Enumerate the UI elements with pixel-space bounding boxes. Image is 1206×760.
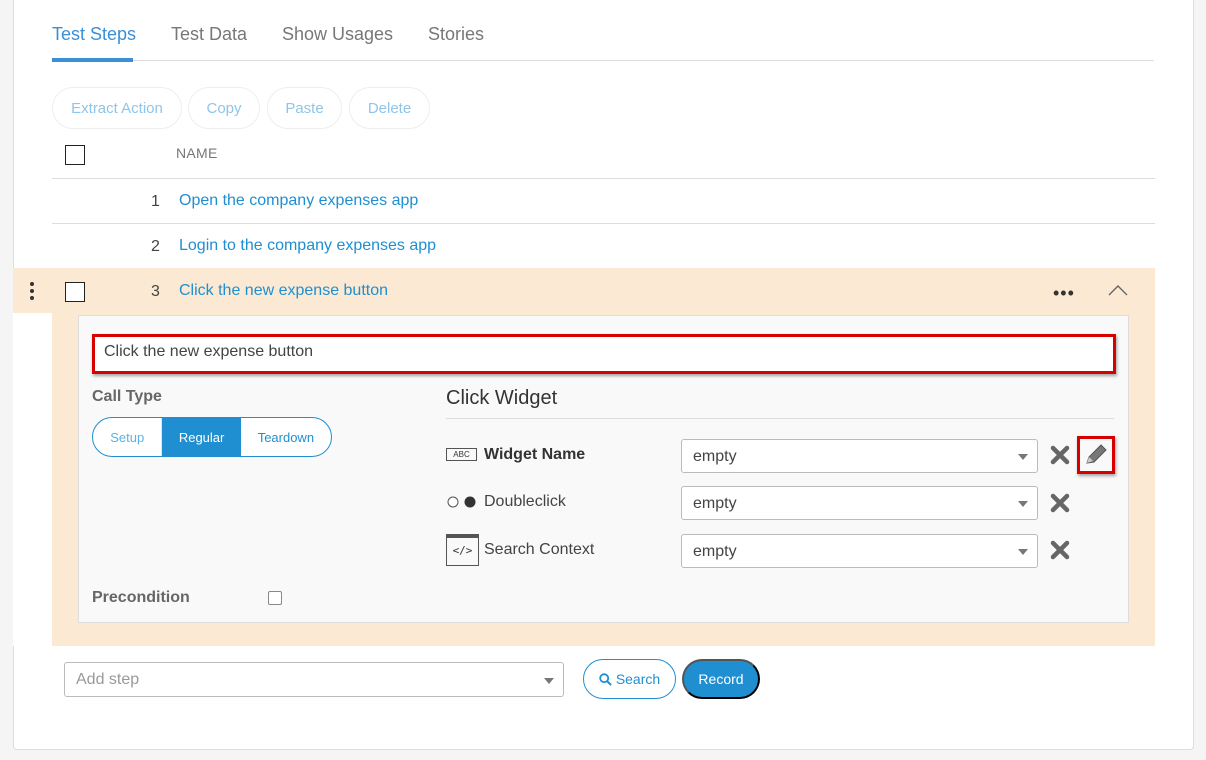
- edit-widget-button[interactable]: [1077, 436, 1115, 474]
- column-header-name: NAME: [176, 145, 218, 161]
- widget-name-select[interactable]: empty: [681, 439, 1038, 473]
- search-button[interactable]: Search: [583, 659, 676, 699]
- widget-name-value: empty: [693, 448, 737, 465]
- clear-icon[interactable]: [1049, 492, 1071, 514]
- step-link-3[interactable]: Click the new expense button: [179, 282, 388, 300]
- call-type-label: Call Type: [92, 388, 162, 405]
- record-button[interactable]: Record: [682, 659, 760, 699]
- clear-icon[interactable]: [1049, 444, 1071, 466]
- add-step-placeholder: Add step: [76, 671, 140, 688]
- step-description-input[interactable]: Click the new expense button: [92, 334, 1116, 374]
- row-checkbox[interactable]: [65, 282, 85, 302]
- drag-handle-icon[interactable]: [27, 282, 37, 302]
- call-type-segmented-control: Setup Regular Teardown: [92, 417, 332, 457]
- pencil-icon: [1086, 444, 1107, 464]
- clear-icon[interactable]: [1049, 539, 1071, 561]
- widget-title: Click Widget: [446, 387, 558, 409]
- step-link-2[interactable]: Login to the company expenses app: [179, 237, 436, 255]
- row-number: 1: [151, 193, 160, 210]
- more-options-icon[interactable]: •••: [1053, 284, 1075, 302]
- tab-stories[interactable]: Stories: [428, 24, 484, 45]
- tab-bar: Test Steps Test Data Show Usages Stories: [52, 0, 1154, 62]
- param-label-search-context: Search Context: [484, 541, 595, 558]
- active-tab-indicator: [52, 58, 133, 62]
- precondition-label: Precondition: [92, 589, 190, 606]
- tab-show-usages[interactable]: Show Usages: [282, 24, 393, 45]
- chevron-down-icon: [1018, 454, 1028, 460]
- collapse-chevron-icon[interactable]: [1108, 282, 1128, 298]
- row-number: 3: [151, 283, 160, 300]
- row-number: 2: [151, 238, 160, 255]
- divider: [52, 178, 1155, 179]
- delete-button[interactable]: Delete: [349, 87, 430, 129]
- code-window-icon: </>: [446, 534, 479, 566]
- abc-text-icon: ABC: [446, 448, 477, 461]
- chevron-down-icon: [1018, 501, 1028, 507]
- search-context-value: empty: [693, 543, 737, 560]
- radio-toggle-icon: [447, 496, 476, 508]
- call-type-setup[interactable]: Setup: [93, 418, 163, 456]
- copy-button[interactable]: Copy: [188, 87, 260, 129]
- precondition-checkbox[interactable]: [268, 591, 282, 605]
- call-type-teardown[interactable]: Teardown: [241, 418, 331, 456]
- chevron-down-icon: [544, 678, 554, 684]
- paste-button[interactable]: Paste: [267, 87, 342, 129]
- chevron-down-icon: [1018, 549, 1028, 555]
- doubleclick-select[interactable]: empty: [681, 486, 1038, 520]
- add-step-select[interactable]: Add step: [64, 662, 564, 697]
- search-icon: [599, 672, 612, 686]
- row-gutter: [13, 313, 52, 646]
- search-button-label: Search: [615, 671, 661, 687]
- step-link-1[interactable]: Open the company expenses app: [179, 192, 418, 210]
- doubleclick-value: empty: [693, 495, 737, 512]
- divider: [446, 418, 1114, 419]
- select-all-checkbox[interactable]: [65, 145, 85, 165]
- divider: [52, 223, 1155, 224]
- tab-test-data[interactable]: Test Data: [171, 24, 247, 45]
- extract-action-button[interactable]: Extract Action: [52, 87, 182, 129]
- tab-test-steps[interactable]: Test Steps: [52, 24, 136, 45]
- param-label-doubleclick: Doubleclick: [484, 493, 566, 510]
- param-label-widget-name: Widget Name: [484, 446, 586, 463]
- search-context-select[interactable]: empty: [681, 534, 1038, 568]
- call-type-regular[interactable]: Regular: [162, 418, 241, 456]
